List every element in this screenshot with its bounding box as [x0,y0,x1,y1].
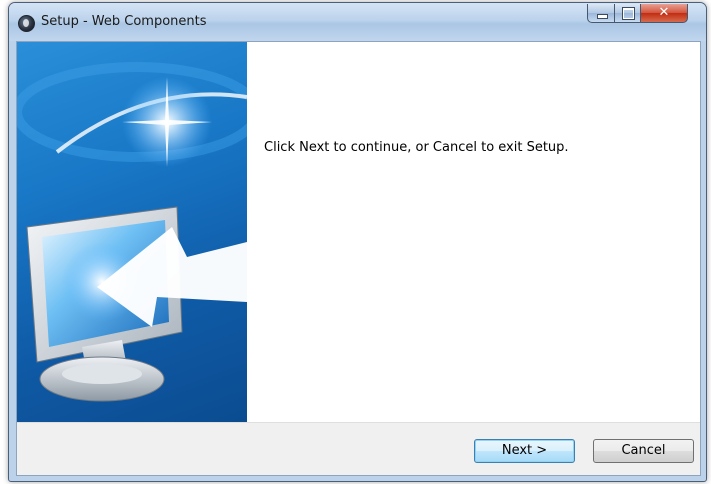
close-icon: ✕ [658,5,670,20]
cancel-button[interactable]: Cancel [593,439,694,463]
instruction-text: Click Next to continue, or Cancel to exi… [264,140,569,155]
monitor-with-arrow-illustration [17,62,247,402]
minimize-icon [597,14,608,19]
minimize-button[interactable] [587,4,615,23]
title-bar[interactable]: Setup - Web Components ✕ [9,3,706,41]
setup-app-icon [18,15,35,32]
setup-window: Setup - Web Components ✕ Click Next to c… [8,2,707,482]
close-button[interactable]: ✕ [640,4,688,23]
maximize-button[interactable] [614,4,641,23]
wizard-content-panel: Click Next to continue, or Cancel to exi… [247,42,700,422]
footer-divider [17,422,700,423]
next-button[interactable]: Next > [474,439,575,463]
window-title: Setup - Web Components [41,14,207,29]
wizard-body: Click Next to continue, or Cancel to exi… [16,41,701,476]
wizard-banner-image [17,42,247,422]
maximize-icon [622,7,635,20]
